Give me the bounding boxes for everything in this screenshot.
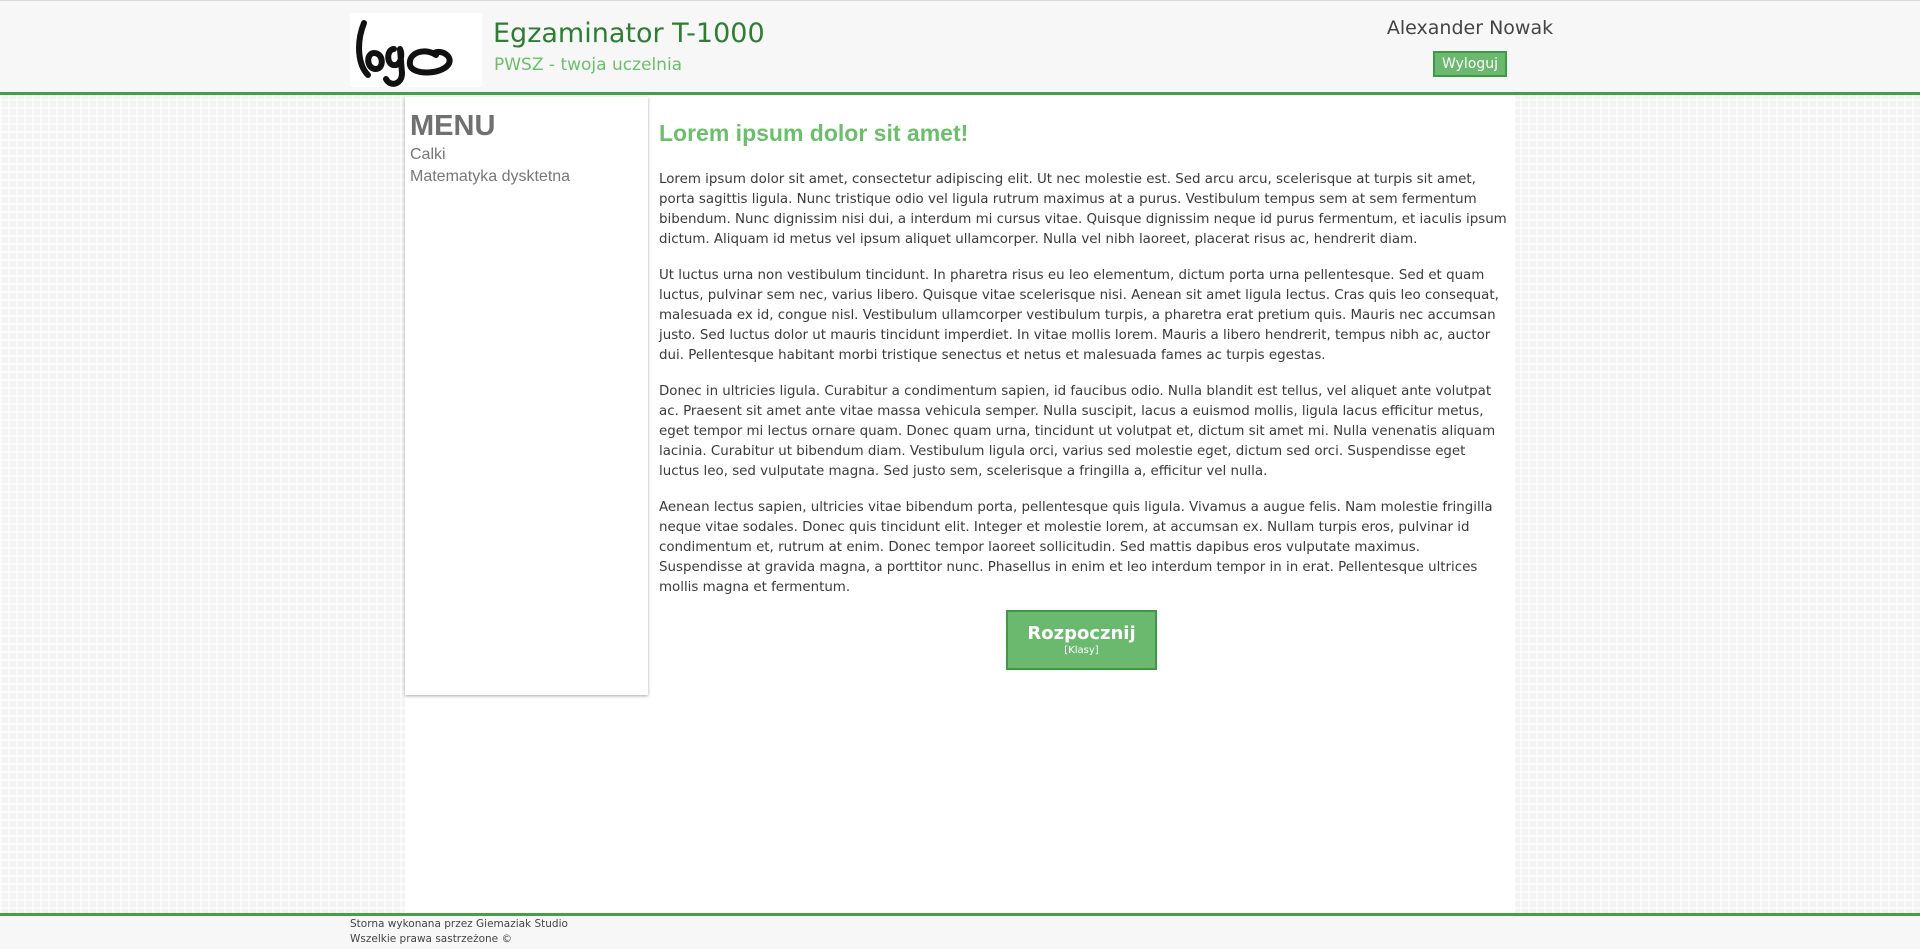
- logout-button[interactable]: Wyloguj: [1433, 51, 1507, 77]
- start-button-sublabel: [Klasy]: [1064, 645, 1099, 656]
- menu-item-matematyka-dyskretna[interactable]: Matematyka dysktetna: [410, 166, 643, 188]
- menu-title: MENU: [410, 110, 496, 142]
- content-title: Lorem ipsum dolor sit amet!: [659, 120, 969, 146]
- content-paragraph: Lorem ipsum dolor sit amet, consectetur …: [659, 172, 1507, 247]
- menu-item-calki[interactable]: Calki: [410, 144, 643, 166]
- start-button-label: Rozpocznij: [1027, 623, 1136, 644]
- main-content: Lorem ipsum dolor sit amet! Lorem ipsum …: [659, 112, 1507, 614]
- sidebar-menu: MENU Calki Matematyka dysktetna: [405, 97, 648, 695]
- app-title: Egzaminator T-1000: [493, 18, 765, 49]
- content-paragraph: Ut luctus urna non vestibulum tincidunt.…: [659, 268, 1499, 363]
- footer-credits: Storna wykonana przez Giemaziak Studio: [350, 918, 568, 930]
- footer: Storna wykonana przez Giemaziak Studio W…: [0, 913, 1920, 949]
- footer-copyright: Wszelkie prawa sastrzeżone ©: [350, 933, 512, 945]
- logo[interactable]: [350, 13, 482, 87]
- start-button[interactable]: Rozpocznij [Klasy]: [1006, 610, 1157, 670]
- user-name: Alexander Nowak: [1386, 17, 1554, 39]
- logo-image: [356, 20, 453, 87]
- app-subtitle: PWSZ - twoja uczelnia: [494, 55, 683, 75]
- header: Egzaminator T-1000 PWSZ - twoja uczelnia…: [0, 0, 1920, 95]
- content-paragraph: Donec in ultricies ligula. Curabitur a c…: [659, 384, 1496, 479]
- content-paragraph: Aenean lectus sapien, ultricies vitae bi…: [659, 500, 1493, 595]
